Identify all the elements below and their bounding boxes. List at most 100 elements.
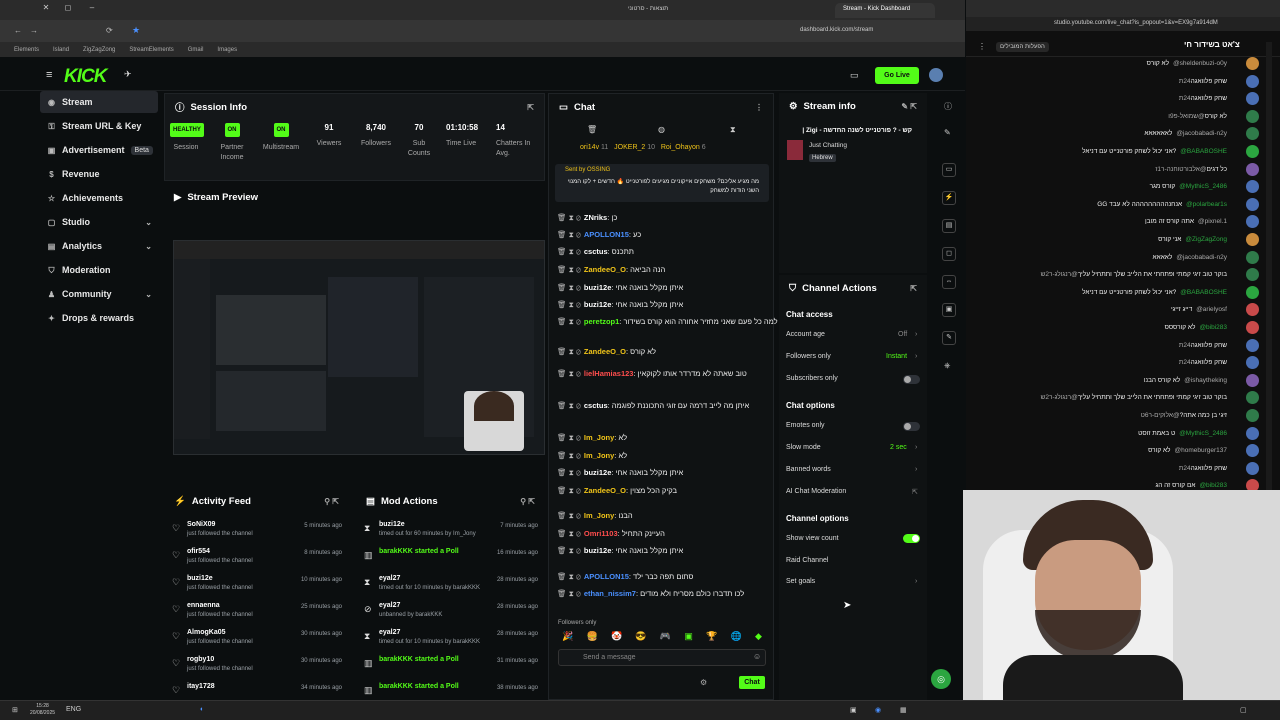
avatar[interactable] bbox=[1246, 268, 1259, 282]
sidebar-item-moderation[interactable]: ⛉ Moderation bbox=[40, 259, 158, 281]
url-field[interactable]: dashboard.kick.com/stream bbox=[800, 27, 873, 33]
ai-moderation-label[interactable]: AI Chat Moderation bbox=[786, 488, 846, 495]
chat-send-button[interactable]: Chat bbox=[739, 676, 765, 689]
avatar[interactable] bbox=[1246, 57, 1259, 70]
category-name[interactable]: Just Chatting bbox=[809, 142, 847, 149]
mod-tools-icon[interactable]: 🗑 ⧗ ⊘ bbox=[557, 230, 581, 239]
yt-chat-message[interactable]: לאאאא @jacobabadi-n2y bbox=[975, 249, 1265, 266]
app-icon[interactable]: ◉ bbox=[875, 706, 881, 714]
avatar[interactable] bbox=[929, 68, 943, 82]
avatar[interactable] bbox=[1246, 162, 1259, 176]
avatar[interactable] bbox=[1246, 373, 1259, 387]
yt-chat-message[interactable]: שחק פלוואגה24ת bbox=[975, 354, 1265, 371]
chat-message[interactable]: 🗑 ⧗ ⊘ buzi12e: איתן מקלל בואנה אחי bbox=[557, 282, 683, 293]
yt-author[interactable]: @MythicS_2486 bbox=[1179, 183, 1227, 190]
yt-chat-message[interactable]: אתה קורס זה מובן @pixnel.1 bbox=[975, 213, 1265, 230]
mod-tools-icon[interactable]: 🗑 ⧗ ⊘ bbox=[557, 546, 581, 555]
chat-message[interactable]: 🗑 ⧗ ⊘ ethan_nissim7: לכו תדברו כולם מסריח… bbox=[557, 588, 744, 599]
yt-chat-message[interactable]: כל דגים@אלבורטוחנה-ר1ז bbox=[975, 161, 1265, 178]
chat-username[interactable]: ZandeeO_O bbox=[584, 486, 626, 495]
mod-tools-icon[interactable]: 🗑 ⧗ ⊘ bbox=[557, 265, 581, 274]
app-icon[interactable]: ▦ bbox=[900, 706, 907, 714]
yt-author[interactable]: 24ת bbox=[1179, 359, 1191, 366]
yt-author[interactable]: @אלוקים-ר6ט bbox=[1141, 412, 1180, 419]
yt-chat-message[interactable]: אני יכול לשחק פורטנייט עם דניאל? @BABABOS… bbox=[975, 284, 1265, 301]
bookmark[interactable]: StreamElements bbox=[129, 47, 173, 53]
filter-icon[interactable]: ⚲ ⇱ bbox=[324, 497, 339, 506]
yt-author[interactable]: 24ת bbox=[1179, 78, 1191, 85]
yt-chat-message[interactable]: שחק פלוואגה24ת bbox=[975, 73, 1265, 90]
yt-chat-message[interactable]: לא קורססס @bibi283 bbox=[975, 319, 1265, 336]
avatar[interactable] bbox=[1246, 444, 1259, 458]
followers-only-value[interactable]: Instant bbox=[886, 353, 907, 360]
avatar[interactable] bbox=[1246, 109, 1259, 123]
pin-icon[interactable]: ✈ bbox=[124, 69, 132, 80]
mod-tools-icon[interactable]: 🗑 ⧗ ⊘ bbox=[557, 401, 581, 410]
yt-author[interactable]: @arielyosf bbox=[1196, 306, 1227, 313]
yt-author[interactable]: @pixnel.1 bbox=[1198, 218, 1227, 225]
chat-message[interactable]: 🗑 ⧗ ⊘ Omri1103: העיינק התחיל bbox=[557, 528, 665, 539]
screen-icon[interactable]: ▭ bbox=[850, 70, 859, 81]
chat-message[interactable]: 🗑 ⧗ ⊘ ZandeeO_O: לא קורס bbox=[557, 346, 656, 357]
minimize-icon[interactable]: – bbox=[86, 3, 98, 15]
yt-chat-message[interactable]: בוקר טוב זיגי קמתי ופתחתי את הלייב שלך ו… bbox=[975, 389, 1265, 406]
yt-author[interactable]: @ZigZagZong bbox=[1185, 236, 1227, 243]
avatar[interactable] bbox=[1246, 74, 1259, 88]
close-icon[interactable]: ✕ bbox=[40, 3, 52, 15]
sidebar-item-stream[interactable]: ◉ Stream bbox=[40, 91, 158, 113]
more-icon[interactable]: ⋮ bbox=[755, 103, 763, 112]
mod-tools-icon[interactable]: 🗑 ⧗ ⊘ bbox=[557, 317, 581, 326]
mod-tools-icon[interactable]: 🗑 ⧗ ⊘ bbox=[557, 486, 581, 495]
pinned-message[interactable]: Sent by OSSING מה מגיע אליכם? משחקים איי… bbox=[555, 164, 769, 202]
avatar[interactable] bbox=[1246, 250, 1259, 264]
yt-chat-message[interactable]: אני יכול לשחק פורטנייט עם דניאל? @BABABOS… bbox=[975, 143, 1265, 160]
chat-username[interactable]: buzi12e bbox=[584, 300, 612, 309]
avatar[interactable] bbox=[1246, 409, 1259, 422]
bookmark[interactable]: Gmail bbox=[188, 47, 204, 53]
bookmark[interactable]: Elements bbox=[14, 47, 39, 53]
avatar[interactable] bbox=[1246, 426, 1259, 440]
yt-author[interactable]: 24ת bbox=[1179, 342, 1191, 349]
filter-icon[interactable]: ⚲ ⇱ bbox=[520, 497, 535, 506]
yt-chat-message[interactable]: לאאאאאא @jacobabadi-n2y bbox=[975, 125, 1265, 142]
popout-icon[interactable]: ⇱ bbox=[527, 103, 534, 112]
notification-icon[interactable]: ▢ bbox=[1240, 706, 1247, 714]
yt-chat-message[interactable]: לא קורס @homeburger137 bbox=[975, 442, 1265, 459]
start-icon[interactable]: ⊞ bbox=[12, 706, 18, 714]
yt-chat-message[interactable]: לא קורס הבנו @ishaytheking bbox=[975, 372, 1265, 389]
chat-message[interactable]: 🗑 ⧗ ⊘ buzi12e: איתן מקלל בואנה אחי bbox=[557, 467, 683, 478]
yt-chat-message[interactable]: אני קורס @ZigZagZong bbox=[975, 231, 1265, 248]
avatar[interactable] bbox=[1246, 197, 1259, 211]
yt-chat-message[interactable]: ט באמת זוסט @MythicS_2486 bbox=[975, 425, 1265, 442]
rail-chat-icon[interactable]: ▭ bbox=[942, 163, 956, 177]
avatar[interactable] bbox=[1246, 391, 1259, 405]
mod-tools-icon[interactable]: 🗑 ⧗ ⊘ bbox=[557, 247, 581, 256]
yt-chat-message[interactable]: לא קורס@שמואל-פ9ו bbox=[975, 108, 1265, 125]
sidebar-item-advertisement[interactable]: ▣ Advertisement Beta bbox=[40, 139, 158, 161]
mod-tools-icon[interactable]: 🗑 ⧗ ⊘ bbox=[557, 347, 581, 356]
window-icon[interactable]: ◻ bbox=[62, 3, 74, 15]
yt-author[interactable]: @homeburger137 bbox=[1175, 447, 1228, 454]
mod-tools-icon[interactable]: 🗑 ⧗ ⊘ bbox=[557, 300, 581, 309]
chat-message[interactable]: 🗑 ⧗ ⊘ Im_Jony: לא bbox=[557, 432, 627, 443]
chat-username[interactable]: peretzop1 bbox=[584, 317, 619, 326]
chat-message[interactable]: 🗑 ⧗ ⊘ Im_Jony: לא bbox=[557, 450, 627, 461]
chat-message[interactable]: 🗑 ⧗ ⊘ ZNriks: כן bbox=[557, 212, 617, 223]
avatar[interactable] bbox=[1246, 461, 1259, 475]
more-icon[interactable]: ⋮ bbox=[978, 42, 986, 51]
yt-chat-message[interactable]: שחק פלוואגה24ת bbox=[975, 90, 1265, 107]
slow-mode-label[interactable]: Slow mode bbox=[786, 444, 821, 451]
yt-chat-message[interactable]: לא קורס @sheldenbuzi-o0y bbox=[975, 55, 1265, 72]
emoji-icon[interactable]: ☺ bbox=[753, 652, 761, 661]
sidebar-item-stream-url[interactable]: ⚿ Stream URL & Key bbox=[40, 115, 158, 137]
chat-username[interactable]: ethan_nissim7 bbox=[584, 589, 636, 598]
hourglass-icon[interactable]: ⧗ bbox=[730, 125, 736, 135]
bookmark[interactable]: ZigZagZong bbox=[83, 47, 115, 53]
account-age-label[interactable]: Account age bbox=[786, 331, 825, 338]
browser-tab[interactable]: תוצאות - סרטוני bbox=[620, 3, 676, 18]
raid-channel-button[interactable]: Raid Channel bbox=[786, 557, 828, 564]
yt-author[interactable]: @שמואל-פ9ו bbox=[1168, 113, 1204, 120]
sidebar-item-revenue[interactable]: $ Revenue bbox=[40, 163, 158, 185]
yt-chat-message[interactable]: קורס מגר @MythicS_2486 bbox=[975, 178, 1265, 195]
star-bookmark-icon[interactable]: ★ bbox=[132, 25, 140, 36]
